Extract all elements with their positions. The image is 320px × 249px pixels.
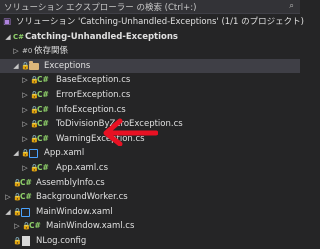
- solution-icon: ▣: [3, 17, 12, 27]
- lock-icon: 🔒: [21, 61, 30, 70]
- tree-item-dependencies[interactable]: ▷ #0 依存関係: [0, 44, 300, 59]
- csharp-file-icon: C#: [37, 133, 49, 143]
- lock-icon: 🔒: [30, 76, 39, 85]
- tree-item-label: ErrorException.cs: [56, 89, 131, 100]
- tree-item-file[interactable]: 🔒 NLog.config: [0, 234, 300, 249]
- tree-item-label: BaseException.cs: [56, 75, 131, 86]
- tree-item-label: BackgroundWorker.cs: [36, 192, 128, 203]
- expand-icon[interactable]: ▷: [21, 73, 29, 88]
- expand-icon[interactable]: ▷: [21, 103, 29, 118]
- csharp-file-icon: C#: [37, 104, 49, 114]
- lock-icon: 🔒: [13, 178, 22, 187]
- csharp-file-icon: C#: [37, 89, 49, 99]
- folder-icon: [28, 59, 40, 73]
- expand-icon[interactable]: ▷: [21, 161, 29, 176]
- lock-icon: 🔒: [21, 149, 30, 158]
- annotation-arrow: [103, 118, 158, 146]
- tree-item-label: 依存関係: [34, 46, 69, 57]
- tree-item-file[interactable]: ▷ 🔒 C# BaseException.cs: [0, 73, 300, 88]
- expand-icon[interactable]: ▷: [4, 190, 12, 205]
- lock-icon: 🔒: [13, 207, 22, 216]
- expand-icon[interactable]: ▷: [21, 88, 29, 103]
- csharp-file-icon: C#: [29, 221, 41, 231]
- collapse-icon[interactable]: ◢: [4, 30, 12, 45]
- lock-icon: 🔒: [30, 105, 39, 114]
- collapse-icon[interactable]: ◢: [12, 59, 20, 74]
- csharp-file-icon: C#: [37, 119, 49, 129]
- lock-icon: 🔒: [13, 236, 22, 245]
- tree-item-label: App.xaml.cs: [56, 162, 108, 173]
- xaml-file-icon: [20, 205, 32, 219]
- xaml-file-icon: [28, 146, 40, 160]
- expand-icon[interactable]: ▷: [21, 132, 29, 147]
- tree-item-label: AssemblyInfo.cs: [36, 177, 105, 188]
- project-icon: C#: [13, 32, 25, 41]
- collapse-icon[interactable]: ◢: [12, 146, 20, 161]
- lock-icon: 🔒: [22, 222, 31, 231]
- tree-item-label: MainWindow.xaml.cs: [46, 221, 135, 232]
- lock-icon: 🔒: [13, 193, 22, 202]
- solution-explorer-search[interactable]: ソリューション エクスプローラー の検索 (Ctrl+:) ⌕: [0, 0, 300, 14]
- tree-item-label: NLog.config: [36, 235, 87, 246]
- tree-item-solution[interactable]: ▣ ソリューション 'Catching-Unhandled-Exceptions…: [0, 15, 304, 30]
- tree-item-main-window-xaml-cs[interactable]: ▷ 🔒 C# MainWindow.xaml.cs: [0, 219, 300, 234]
- tree-item-main-window-xaml[interactable]: ◢ 🔒 MainWindow.xaml: [0, 205, 300, 220]
- lock-icon: 🔒: [30, 120, 39, 129]
- lock-icon: 🔒: [30, 134, 39, 143]
- tree-item-label: MainWindow.xaml: [36, 206, 113, 217]
- tree-item-app-xaml[interactable]: ◢ 🔒 App.xaml: [0, 146, 300, 161]
- tree-item-file[interactable]: ▷ 🔒 C# ErrorException.cs: [0, 88, 300, 103]
- expand-icon[interactable]: ▷: [13, 219, 21, 234]
- tree-item-label: App.xaml: [44, 148, 85, 159]
- search-icon[interactable]: ⌕: [289, 1, 294, 11]
- expand-icon[interactable]: ▷: [21, 117, 29, 132]
- tree-item-project[interactable]: ◢ C# Catching-Unhandled-Exceptions: [0, 30, 300, 45]
- config-file-icon: [20, 234, 32, 248]
- csharp-file-icon: C#: [20, 177, 32, 187]
- tree-item-file[interactable]: 🔒 C# AssemblyInfo.cs: [0, 176, 300, 191]
- tree-item-label: InfoException.cs: [56, 104, 126, 115]
- expand-icon[interactable]: ▷: [12, 44, 20, 59]
- lock-icon: 🔒: [30, 163, 39, 172]
- tree-item-label: Catching-Unhandled-Exceptions: [25, 31, 178, 42]
- dependencies-icon: #0: [22, 47, 33, 56]
- tree-item-file[interactable]: ▷ 🔒 C# BackgroundWorker.cs: [0, 190, 300, 205]
- search-placeholder: ソリューション エクスプローラー の検索 (Ctrl+:): [4, 3, 197, 13]
- tree-item-label: Exceptions: [44, 60, 91, 71]
- tree-item-app-xaml-cs[interactable]: ▷ 🔒 C# App.xaml.cs: [0, 161, 300, 176]
- collapse-icon[interactable]: ◢: [4, 205, 12, 220]
- csharp-file-icon: C#: [37, 162, 49, 172]
- tree-item-file[interactable]: ▷ 🔒 C# InfoException.cs: [0, 103, 300, 118]
- csharp-file-icon: C#: [20, 192, 32, 202]
- tree-item-exceptions-folder[interactable]: ◢ 🔒 Exceptions: [0, 58, 300, 74]
- tree-item-label: ソリューション 'Catching-Unhandled-Exceptions' …: [16, 17, 304, 27]
- lock-icon: 🔒: [30, 90, 39, 99]
- csharp-file-icon: C#: [37, 75, 49, 85]
